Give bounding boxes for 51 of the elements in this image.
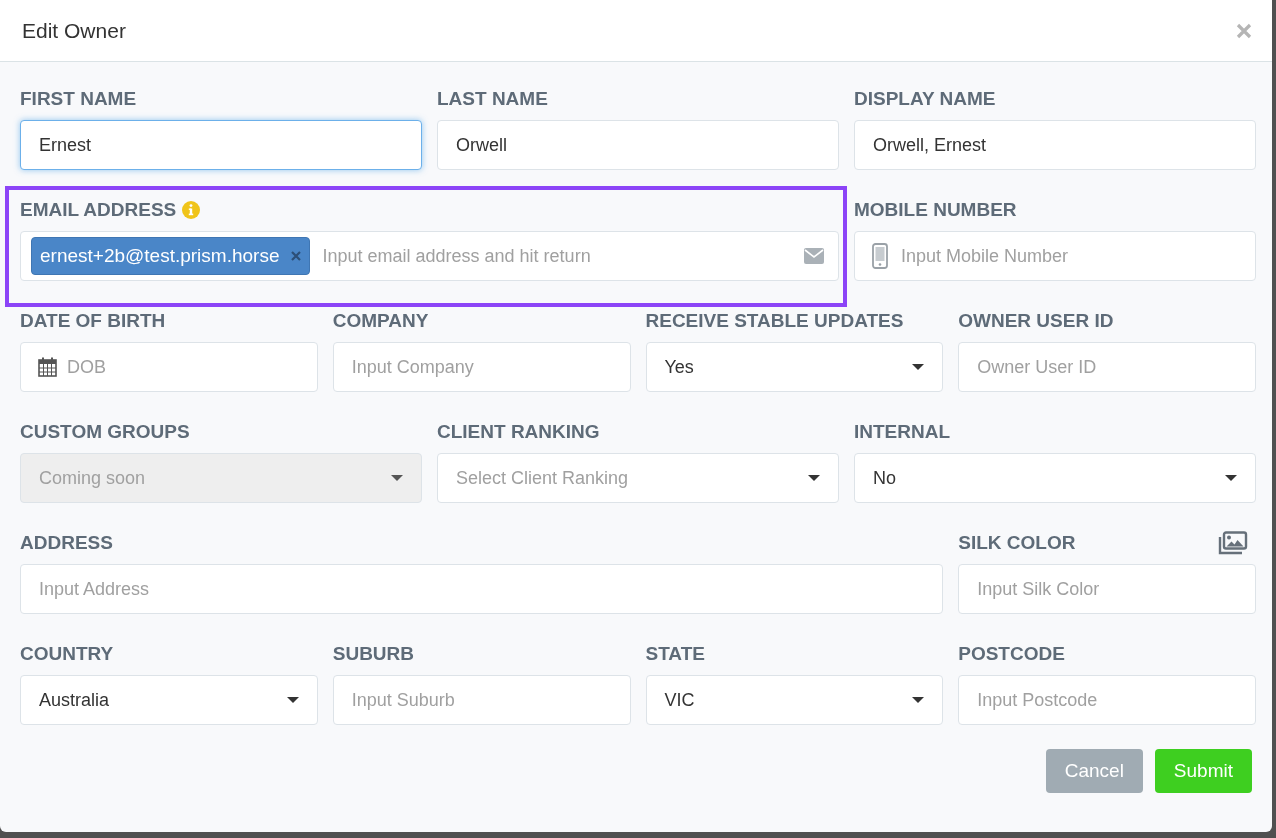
field-label: COUNTRY (20, 643, 114, 665)
field-label: STATE (645, 643, 705, 665)
text-field[interactable]: DOB (20, 342, 318, 392)
text-field[interactable]: Input Silk Color (958, 564, 1256, 614)
envelope-icon (804, 248, 824, 264)
email-input[interactable]: Input email address and hit return (322, 245, 794, 267)
remove-icon[interactable] (291, 251, 302, 261)
field-label: ADDRESS (20, 532, 113, 554)
caret-icon (912, 697, 925, 703)
field-label: CUSTOM GROUPS (20, 421, 190, 443)
text-field[interactable]: Orwell (437, 120, 839, 170)
field-label: OWNER USER ID (958, 310, 1114, 332)
text-field[interactable]: Input Company (332, 342, 631, 392)
text-field[interactable]: Input Mobile Number (854, 231, 1256, 281)
caret-icon (391, 475, 403, 481)
field-label: MOBILE NUMBER (854, 199, 1017, 221)
field-label: INTERNAL (854, 421, 951, 443)
field-label: SUBURB (332, 643, 415, 665)
select-dropdown: Coming soon (20, 453, 422, 503)
field-label: POSTCODE (958, 643, 1065, 665)
text-field[interactable]: Owner User ID (958, 342, 1256, 392)
close-icon[interactable] (1236, 22, 1252, 39)
field-label: FIRST NAME (20, 88, 137, 110)
email-tag: ernest+2b@test.prism.horse (31, 237, 311, 275)
text-field[interactable]: Ernest (20, 120, 422, 170)
caret-icon (286, 697, 299, 703)
select-dropdown[interactable]: VIC (645, 675, 944, 725)
field-label: CLIENT RANKING (437, 421, 600, 443)
text-field[interactable]: Input Address (20, 564, 944, 614)
select-dropdown[interactable]: Australia (20, 675, 318, 725)
select-dropdown[interactable]: Yes (645, 342, 944, 392)
text-field[interactable]: Orwell, Ernest (854, 120, 1256, 170)
caret-icon (808, 475, 820, 481)
field-label: SILK COLOR (958, 532, 1076, 554)
calendar-icon (38, 357, 57, 377)
field-label: LAST NAME (437, 88, 548, 110)
caret-icon (1225, 475, 1237, 481)
text-field[interactable]: Input Suburb (332, 675, 631, 725)
text-field[interactable]: Input Postcode (958, 675, 1256, 725)
dialog-title: Edit Owner (22, 18, 126, 43)
email-tags-field[interactable]: ernest+2b@test.prism.horse Input email address and hit return (20, 231, 839, 281)
field-label: DISPLAY NAME (854, 88, 996, 110)
mobile-phone-icon (872, 243, 888, 269)
info-icon (182, 201, 201, 219)
field-label: EMAIL ADDRESS (20, 199, 177, 221)
field-label: RECEIVE STABLE UPDATES (645, 310, 904, 332)
field-label: COMPANY (332, 310, 429, 332)
caret-icon (912, 364, 925, 370)
field-label: DATE OF BIRTH (20, 310, 166, 332)
select-dropdown[interactable]: No (854, 453, 1256, 503)
image-gallery-icon[interactable] (1218, 531, 1248, 555)
